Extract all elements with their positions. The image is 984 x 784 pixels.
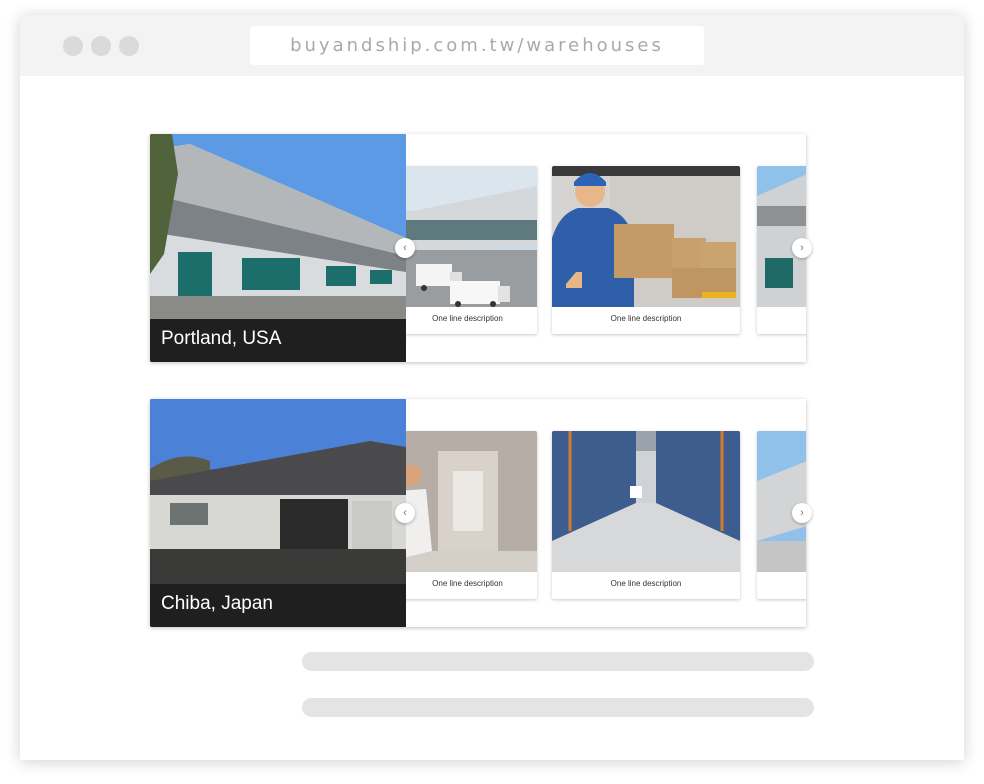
chevron-left-icon: ‹ [403, 507, 407, 519]
browser-titlebar: buyandship.com.tw/warehouses [20, 15, 964, 76]
window-close-dot[interactable] [63, 36, 83, 56]
photo-card[interactable]: One line description [406, 431, 537, 599]
photo-card[interactable]: One line description [406, 166, 537, 334]
carousel-next-button[interactable]: › [792, 238, 812, 258]
photo-image [552, 166, 740, 307]
photo-card[interactable]: One line description [552, 166, 740, 334]
photo-card[interactable]: One line description [552, 431, 740, 599]
location-name: Portland, USA [161, 328, 282, 349]
photo-description: One line description [610, 314, 682, 323]
window-minimize-dot[interactable] [91, 36, 111, 56]
warehouse-card-chiba: One line description One line descriptio… [150, 399, 812, 627]
photo-description: One line description [432, 314, 503, 323]
loading-placeholder-bar [302, 652, 814, 671]
chevron-right-icon: › [800, 507, 804, 519]
photo-image [757, 166, 806, 307]
photo-image [552, 431, 740, 572]
carousel-next-button[interactable]: › [792, 503, 812, 523]
window-maximize-dot[interactable] [119, 36, 139, 56]
location-name: Chiba, Japan [161, 593, 273, 614]
warehouse-card-portland: One line description One line descriptio… [150, 134, 812, 362]
warehouse-hero-image[interactable]: Chiba, Japan [150, 399, 406, 627]
photo-strip: One line description One line descriptio… [406, 399, 806, 627]
carousel-prev-button[interactable]: ‹ [395, 238, 415, 258]
location-label: Portland, USA [150, 319, 406, 362]
browser-window: buyandship.com.tw/warehouses One line de… [20, 15, 964, 760]
photo-strip: One line description One line descriptio… [406, 134, 806, 362]
warehouse-hero-image[interactable]: Portland, USA [150, 134, 406, 362]
address-bar[interactable]: buyandship.com.tw/warehouses [250, 26, 704, 65]
photo-image [406, 431, 537, 572]
location-label: Chiba, Japan [150, 584, 406, 627]
photo-description: One line description [432, 579, 503, 588]
photo-description: One line description [610, 579, 682, 588]
loading-placeholder-bar [302, 698, 814, 717]
chevron-right-icon: › [800, 242, 804, 254]
photo-image [757, 431, 806, 572]
photo-image [406, 166, 537, 307]
chevron-left-icon: ‹ [403, 242, 407, 254]
carousel-prev-button[interactable]: ‹ [395, 503, 415, 523]
